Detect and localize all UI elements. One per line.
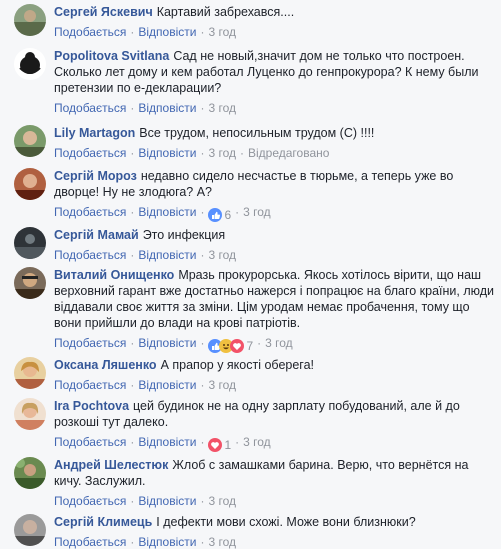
like-link[interactable]: Подобається	[54, 101, 126, 115]
reply-link[interactable]: Відповісти	[138, 535, 196, 549]
comment-actions: Подобається · Відповісти · 3 год	[54, 248, 236, 262]
avatar[interactable]	[14, 227, 46, 259]
comments-list: Сергей Яскевич Картавий забрехався.... По…	[0, 0, 501, 549]
reaction-count: 6	[224, 208, 232, 222]
comment-text: Сергій Мамай Это инфекция	[54, 227, 495, 243]
reply-link[interactable]: Відповісти	[138, 25, 196, 39]
avatar[interactable]	[14, 398, 46, 430]
comment-author[interactable]: Сергій Мамай	[54, 228, 139, 242]
avatar[interactable]	[14, 357, 46, 389]
reply-link[interactable]: Відповісти	[138, 101, 196, 115]
comment-time[interactable]: 3 год	[208, 378, 236, 392]
comment-author[interactable]: Ira Pochtova	[54, 399, 129, 413]
like-link[interactable]: Подобається	[54, 146, 126, 160]
avatar[interactable]	[14, 514, 46, 546]
comment-text: Lily Martagon Все трудом, непосильным тру…	[54, 125, 495, 141]
comment-text: Popolitova Svitlana Сад не новый,значит д…	[54, 48, 495, 96]
comment-time[interactable]: 3 год	[265, 336, 293, 350]
reply-link[interactable]: Відповісти	[138, 248, 196, 262]
reply-link[interactable]: Відповісти	[138, 146, 196, 160]
comment-actions: Подобається · Відповісти · 3 год	[54, 378, 236, 392]
reply-link[interactable]: Відповісти	[138, 435, 196, 449]
avatar[interactable]	[14, 267, 46, 299]
comment-actions: Подобається · Відповісти · 1 · 3 год	[54, 435, 271, 452]
avatar[interactable]	[14, 168, 46, 200]
reply-link[interactable]: Відповісти	[138, 205, 196, 219]
love-reaction-icon	[208, 438, 223, 452]
comment-author[interactable]: Lily Martagon	[54, 126, 135, 140]
comment-text: Сергій Климець І дефекти мови схожі. Може…	[54, 514, 495, 530]
avatar[interactable]	[14, 48, 46, 80]
comment-text: Ira Pochtova цей будинок не на одну зарпл…	[54, 398, 495, 430]
reactions[interactable]: 1	[208, 438, 231, 452]
comment-time[interactable]: 3 год	[208, 146, 236, 160]
comment-text: Сергій Мороз недавно сидело несчастье в т…	[54, 168, 495, 200]
reaction-count: 1	[224, 438, 232, 452]
comment-author[interactable]: Сергей Яскевич	[54, 5, 153, 19]
comment-author[interactable]: Popolitova Svitlana	[54, 49, 169, 63]
comment-actions: Подобається · Відповісти · 7 · 3 год	[54, 336, 293, 353]
avatar[interactable]	[14, 457, 46, 489]
love-reaction-icon	[230, 339, 245, 353]
comment-message: А прапор у якості оберега!	[160, 358, 315, 372]
comment-actions: Подобається · Відповісти · 3 год	[54, 101, 236, 115]
comment-text: Виталий Онищенко Мразь прокурорська. Якос…	[54, 267, 495, 331]
comment-author[interactable]: Виталий Онищенко	[54, 268, 174, 282]
reactions[interactable]: 6	[208, 208, 231, 222]
comment-time[interactable]: 3 год	[208, 101, 236, 115]
comment-author[interactable]: Оксана Ляшенко	[54, 358, 157, 372]
comment-text: Сергей Яскевич Картавий забрехався....	[54, 4, 495, 20]
comment-time[interactable]: 3 год	[208, 25, 236, 39]
comment-author[interactable]: Андрей Шелестюк	[54, 458, 168, 472]
comment-time[interactable]: 3 год	[208, 535, 236, 549]
like-link[interactable]: Подобається	[54, 25, 126, 39]
reaction-count: 7	[246, 339, 254, 353]
comment-message: Картавий забрехався....	[156, 5, 295, 19]
like-link[interactable]: Подобається	[54, 205, 126, 219]
comment-time[interactable]: 3 год	[243, 435, 271, 449]
like-link[interactable]: Подобається	[54, 336, 126, 350]
comment-time[interactable]: 3 год	[243, 205, 271, 219]
reactions[interactable]: 7	[208, 339, 253, 353]
comment-author[interactable]: Сергій Климець	[54, 515, 152, 529]
comment-time[interactable]: 3 год	[208, 248, 236, 262]
comment-message: Все трудом, непосильным трудом (С) !!!!	[139, 126, 375, 140]
reply-link[interactable]: Відповісти	[138, 494, 196, 508]
comment-author[interactable]: Сергій Мороз	[54, 169, 137, 183]
avatar[interactable]	[14, 125, 46, 157]
comment-actions: Подобається · Відповісти · 3 год	[54, 535, 236, 549]
comment-actions: Подобається · Відповісти · 3 год	[54, 494, 236, 508]
like-reaction-icon	[208, 208, 223, 222]
like-link[interactable]: Подобається	[54, 435, 126, 449]
reply-link[interactable]: Відповісти	[138, 336, 196, 350]
comment-message: Это инфекция	[142, 228, 226, 242]
comment-actions: Подобається · Відповісти · 3 год	[54, 25, 236, 39]
comment-actions: Подобається · Відповісти · 6 · 3 год	[54, 205, 271, 222]
comment-text: Оксана Ляшенко А прапор у якості оберега!	[54, 357, 495, 373]
comment-actions: Подобається · Відповісти · 3 год · Відредагова…	[54, 146, 330, 160]
like-link[interactable]: Подобається	[54, 535, 126, 549]
like-link[interactable]: Подобається	[54, 494, 126, 508]
comment-text: Андрей Шелестюк Жлоб с замашками барина. …	[54, 457, 495, 489]
like-link[interactable]: Подобається	[54, 248, 126, 262]
comment-time[interactable]: 3 год	[208, 494, 236, 508]
like-link[interactable]: Подобається	[54, 378, 126, 392]
edited-label[interactable]: Відредаговано	[248, 146, 329, 160]
comment-message: І дефекти мови схожі. Може вони близнюки…	[156, 515, 416, 529]
reply-link[interactable]: Відповісти	[138, 378, 196, 392]
avatar[interactable]	[14, 4, 46, 36]
